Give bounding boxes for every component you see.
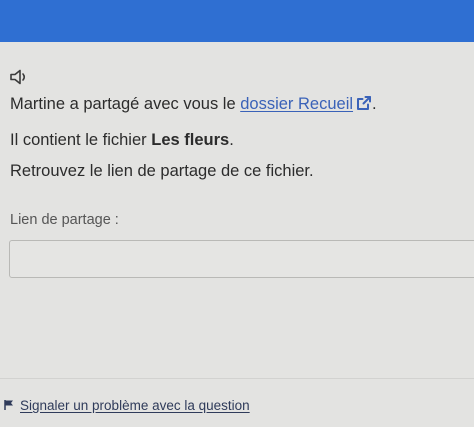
folder-link-label: dossier Recueil (240, 95, 354, 113)
intro-text-end: . (372, 95, 377, 113)
top-bar (0, 0, 474, 42)
file-info-end: . (229, 131, 234, 149)
file-info-start: Il contient le fichier (10, 131, 152, 149)
share-link-input[interactable] (9, 240, 474, 278)
intro-text-start: Martine a partagé avec vous le (10, 95, 241, 113)
share-link-label: Lien de partage : (10, 212, 119, 228)
external-link-icon (356, 95, 372, 111)
report-problem-link[interactable]: Signaler un problème avec la question (3, 398, 250, 413)
report-problem-label: Signaler un problème avec la question (20, 398, 250, 413)
question-panel: Martine a partagé avec vous le dossier R… (0, 42, 474, 427)
folder-link[interactable]: dossier Recueil (240, 95, 372, 113)
speaker-icon[interactable] (9, 68, 31, 86)
footer-divider (0, 378, 474, 379)
instruction-text: Retrouvez le lien de partage de ce fichi… (10, 162, 314, 180)
share-intro-text: Martine a partagé avec vous le dossier R… (10, 94, 377, 114)
file-name: Les fleurs (151, 131, 230, 149)
file-info-text: Il contient le fichier Les fleurs. (10, 130, 234, 150)
flag-icon (3, 399, 15, 411)
